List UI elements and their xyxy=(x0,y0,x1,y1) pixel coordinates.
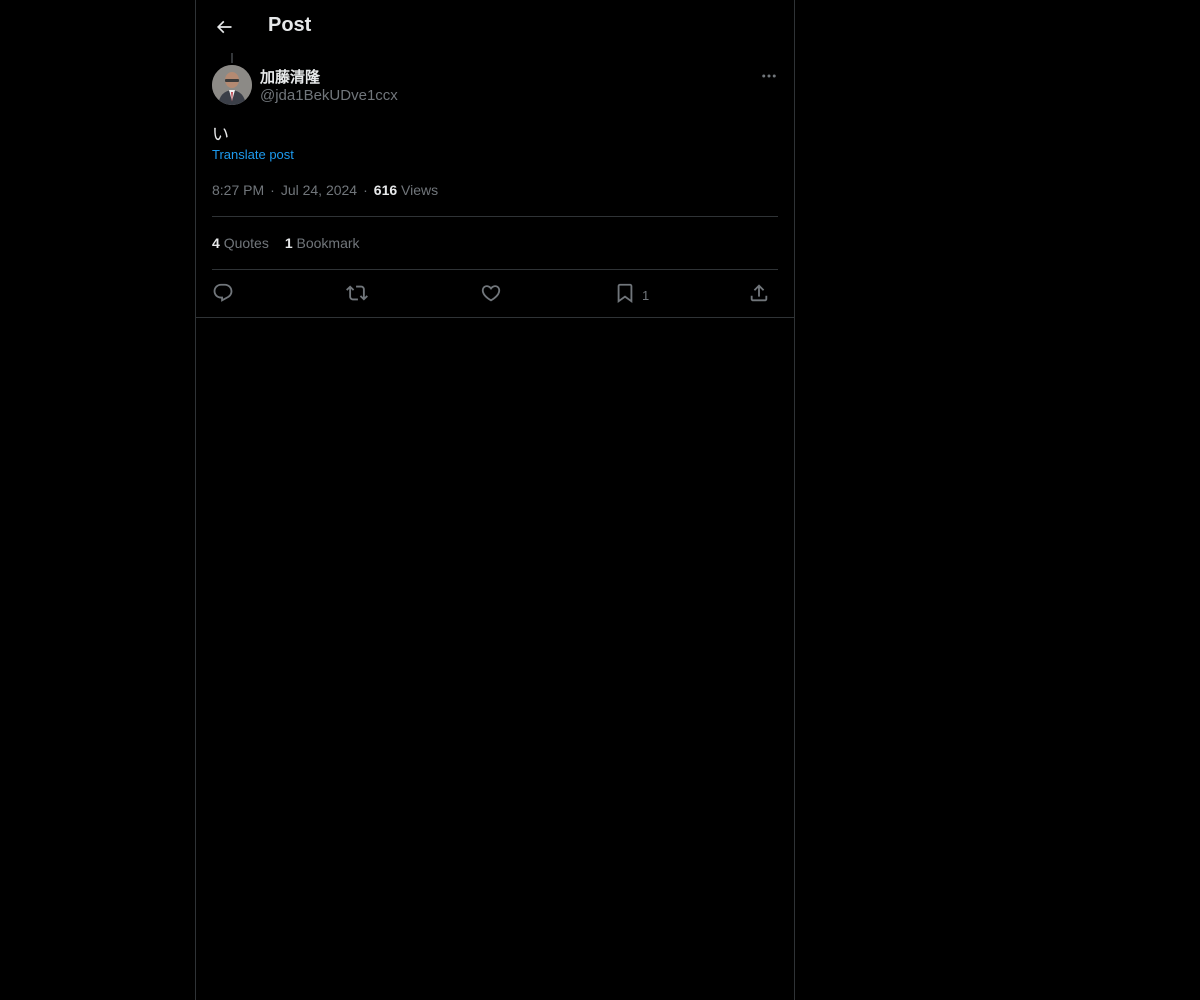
author-name[interactable]: 加藤清隆 xyxy=(260,66,320,87)
post-column: Post 加藤清隆 @jda1BekUDve1ccx い Translate p… xyxy=(195,0,795,1000)
thread-line xyxy=(231,53,233,63)
bookmark-button[interactable]: 1 xyxy=(614,281,649,305)
share-icon xyxy=(750,284,768,302)
bookmark-icon xyxy=(617,283,633,304)
bookmarks-label: Bookmark xyxy=(296,235,360,251)
share-button[interactable] xyxy=(748,281,770,305)
quotes-count: 4 xyxy=(212,235,220,251)
like-button[interactable] xyxy=(480,281,502,305)
header: Post xyxy=(196,0,794,54)
more-dots-icon xyxy=(762,74,776,78)
post-meta: 8:27 PM · Jul 24, 2024 · 616 Views xyxy=(212,182,438,198)
meta-separator: · xyxy=(363,182,368,198)
bookmarks-count: 1 xyxy=(284,235,293,251)
views-count: 616 xyxy=(373,182,398,198)
post-time[interactable]: 8:27 PM xyxy=(212,182,264,198)
reply-button[interactable] xyxy=(212,281,234,305)
avatar-photo-icon xyxy=(212,65,252,105)
post-date[interactable]: Jul 24, 2024 xyxy=(281,182,357,198)
bookmark-count: 1 xyxy=(642,287,650,303)
back-arrow-icon xyxy=(216,20,232,34)
divider xyxy=(212,216,778,217)
bookmarks-stat[interactable]: 1 Bookmark xyxy=(285,235,360,251)
author-handle[interactable]: @jda1BekUDve1ccx xyxy=(260,87,398,104)
post-text: い xyxy=(212,125,229,144)
translate-post-link[interactable]: Translate post xyxy=(212,147,294,162)
back-button[interactable] xyxy=(208,11,240,43)
more-options-button[interactable] xyxy=(756,63,782,89)
heart-icon xyxy=(481,285,501,302)
quotes-stat[interactable]: 4 Quotes xyxy=(212,235,269,251)
divider xyxy=(212,269,778,270)
quotes-label: Quotes xyxy=(223,235,269,251)
repost-button[interactable] xyxy=(346,281,368,305)
action-bar: 1 xyxy=(212,281,778,305)
views-label: Views xyxy=(401,182,439,198)
avatar[interactable] xyxy=(212,65,252,105)
post-stats: 4 Quotes 1 Bookmark xyxy=(212,235,360,251)
post-bottom-border xyxy=(196,317,794,318)
repost-icon xyxy=(346,285,368,301)
reply-icon xyxy=(213,283,233,302)
page-title: Post xyxy=(268,14,312,36)
meta-separator: · xyxy=(270,182,275,198)
